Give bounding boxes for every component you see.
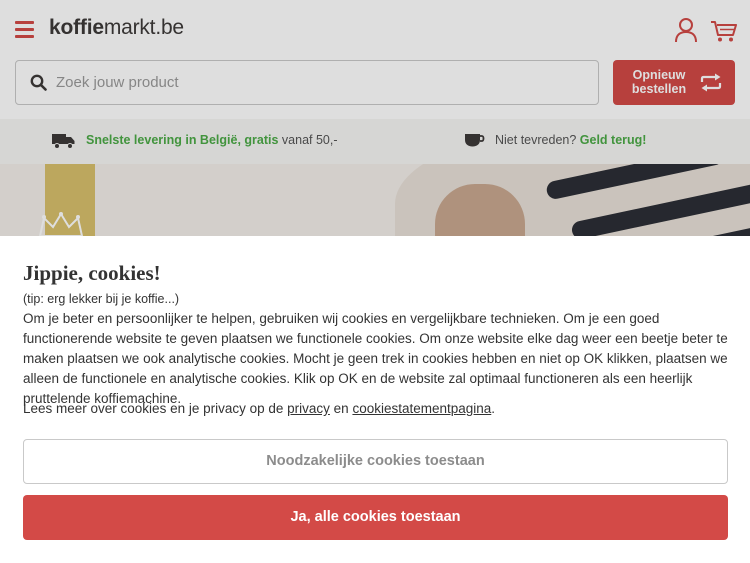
cookie-consent-dialog: Jippie, cookies! (tip: erg lekker bij je…: [0, 236, 750, 563]
cookie-statement-link[interactable]: cookiestatementpagina: [352, 401, 491, 416]
privacy-link[interactable]: privacy: [287, 401, 330, 416]
cookie-title: Jippie, cookies!: [23, 261, 161, 285]
necessary-cookies-button[interactable]: Noodzakelijke cookies toestaan: [23, 439, 728, 484]
modal-backdrop[interactable]: [0, 0, 750, 236]
cookie-body-text: Om je beter en persoonlijker te helpen, …: [23, 311, 728, 406]
accept-all-cookies-button[interactable]: Ja, alle cookies toestaan: [23, 495, 728, 540]
cookie-more-info: Lees meer over cookies en je privacy op …: [23, 401, 496, 416]
cookie-tip: (tip: erg lekker bij je koffie...): [23, 292, 180, 306]
